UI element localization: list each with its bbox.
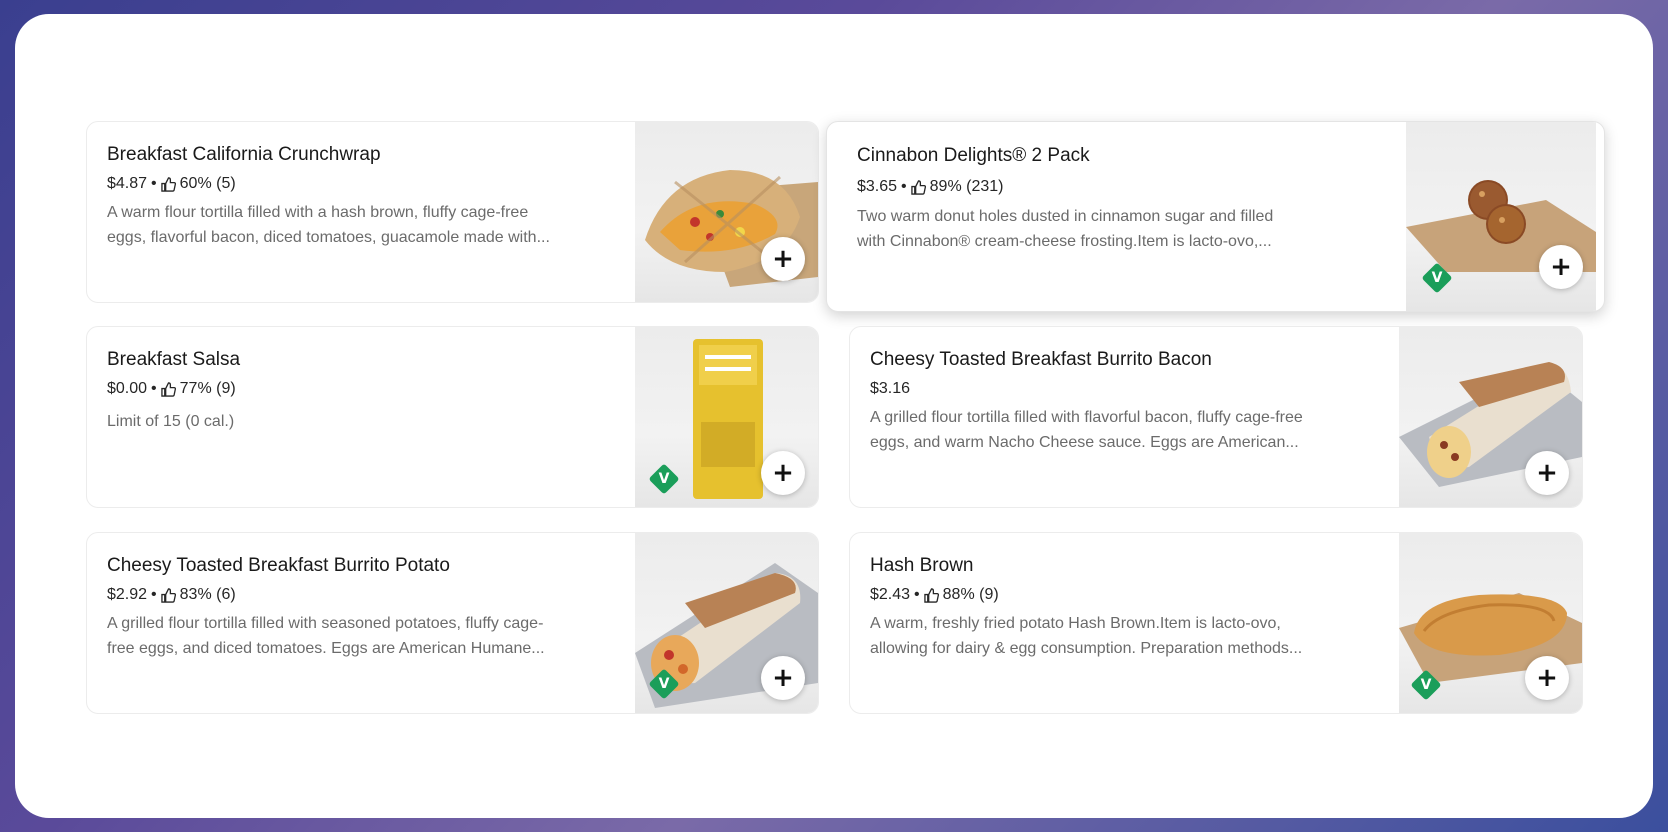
item-title: Cheesy Toasted Breakfast Burrito Bacon [870,349,1212,370]
item-meta: $2.43 • 88% (9) [870,586,999,604]
separator: • [151,586,157,603]
add-to-cart-button[interactable]: + [761,237,805,281]
menu-item-card[interactable]: Breakfast Salsa $0.00 • 77% (9) Limit of… [86,326,819,508]
item-price: $2.92 [107,586,148,603]
item-title: Hash Brown [870,555,974,576]
description-line: with Cinnabon® cream-cheese frosting.Ite… [857,233,1272,250]
menu-item-card[interactable]: Cheesy Toasted Breakfast Burrito Potato … [86,532,819,714]
item-title: Breakfast California Crunchwrap [107,144,381,165]
thumbs-up-icon [910,179,926,195]
item-description: Two warm donut holes dusted in cinnamon … [857,204,1273,254]
vegetarian-badge-icon: V [1410,669,1442,701]
item-rating: 77% (9) [179,380,236,397]
item-rating: 89% (231) [929,178,1004,195]
item-price: $3.65 [857,178,898,195]
vegetarian-badge-icon: V [1421,262,1453,294]
add-to-cart-button[interactable]: + [761,451,805,495]
item-meta: $4.87 • 60% (5) [107,175,236,193]
menu-item-card[interactable]: Cinnabon Delights® 2 Pack $3.65 • 89% (2… [826,121,1605,312]
add-to-cart-button[interactable]: + [1525,451,1569,495]
item-meta: $3.65 • 89% (231) [857,178,1003,196]
description-line: A warm flour tortilla filled with a hash… [107,204,529,221]
item-description: A grilled flour tortilla filled with fla… [870,405,1303,455]
description-line: A warm, freshly fried potato Hash Brown.… [870,615,1281,632]
separator: • [901,178,907,195]
description-line: A grilled flour tortilla filled with sea… [107,615,544,632]
separator: • [151,175,157,192]
menu-item-card[interactable]: Breakfast California Crunchwrap $4.87 • … [86,121,819,303]
item-description: A grilled flour tortilla filled with sea… [107,611,545,661]
description-line: Limit of 15 (0 cal.) [107,413,235,430]
item-meta: $0.00 • 77% (9) [107,380,236,398]
item-price: $3.16 [870,380,911,397]
description-line: Two warm donut holes dusted in cinnamon … [857,208,1274,225]
item-description: A warm, freshly fried potato Hash Brown.… [870,611,1302,661]
description-line: eggs, flavorful bacon, diced tomatoes, g… [107,229,550,246]
item-rating: 83% (6) [179,586,236,603]
item-meta: $3.16 [870,380,910,398]
thumbs-up-icon [160,381,176,397]
item-description: Limit of 15 (0 cal.) [107,409,234,434]
vegetarian-badge-icon: V [648,463,680,495]
vegetarian-badge-icon: V [648,668,680,700]
separator: • [914,586,920,603]
add-to-cart-button[interactable]: + [1525,656,1569,700]
add-to-cart-button[interactable]: + [1539,245,1583,289]
item-description: A warm flour tortilla filled with a hash… [107,200,550,250]
description-line: allowing for dairy & egg consumption. Pr… [870,640,1303,657]
menu-item-card[interactable]: Cheesy Toasted Breakfast Burrito Bacon $… [849,326,1583,508]
thumbs-up-icon [160,176,176,192]
thumbs-up-icon [923,587,939,603]
item-rating: 88% (9) [942,586,999,603]
menu-item-card[interactable]: Hash Brown $2.43 • 88% (9) A warm, fresh… [849,532,1583,714]
item-title: Breakfast Salsa [107,349,241,370]
item-title: Cheesy Toasted Breakfast Burrito Potato [107,555,450,576]
item-price: $4.87 [107,175,148,192]
description-line: eggs, and warm Nacho Cheese sauce. Eggs … [870,434,1299,451]
item-price: $2.43 [870,586,911,603]
add-to-cart-button[interactable]: + [761,656,805,700]
item-meta: $2.92 • 83% (6) [107,586,236,604]
item-title: Cinnabon Delights® 2 Pack [857,145,1090,166]
item-price: $0.00 [107,380,148,397]
description-line: A grilled flour tortilla filled with fla… [870,409,1303,426]
separator: • [151,380,157,397]
thumbs-up-icon [160,587,176,603]
item-rating: 60% (5) [179,175,236,192]
description-line: free eggs, and diced tomatoes. Eggs are … [107,640,545,657]
